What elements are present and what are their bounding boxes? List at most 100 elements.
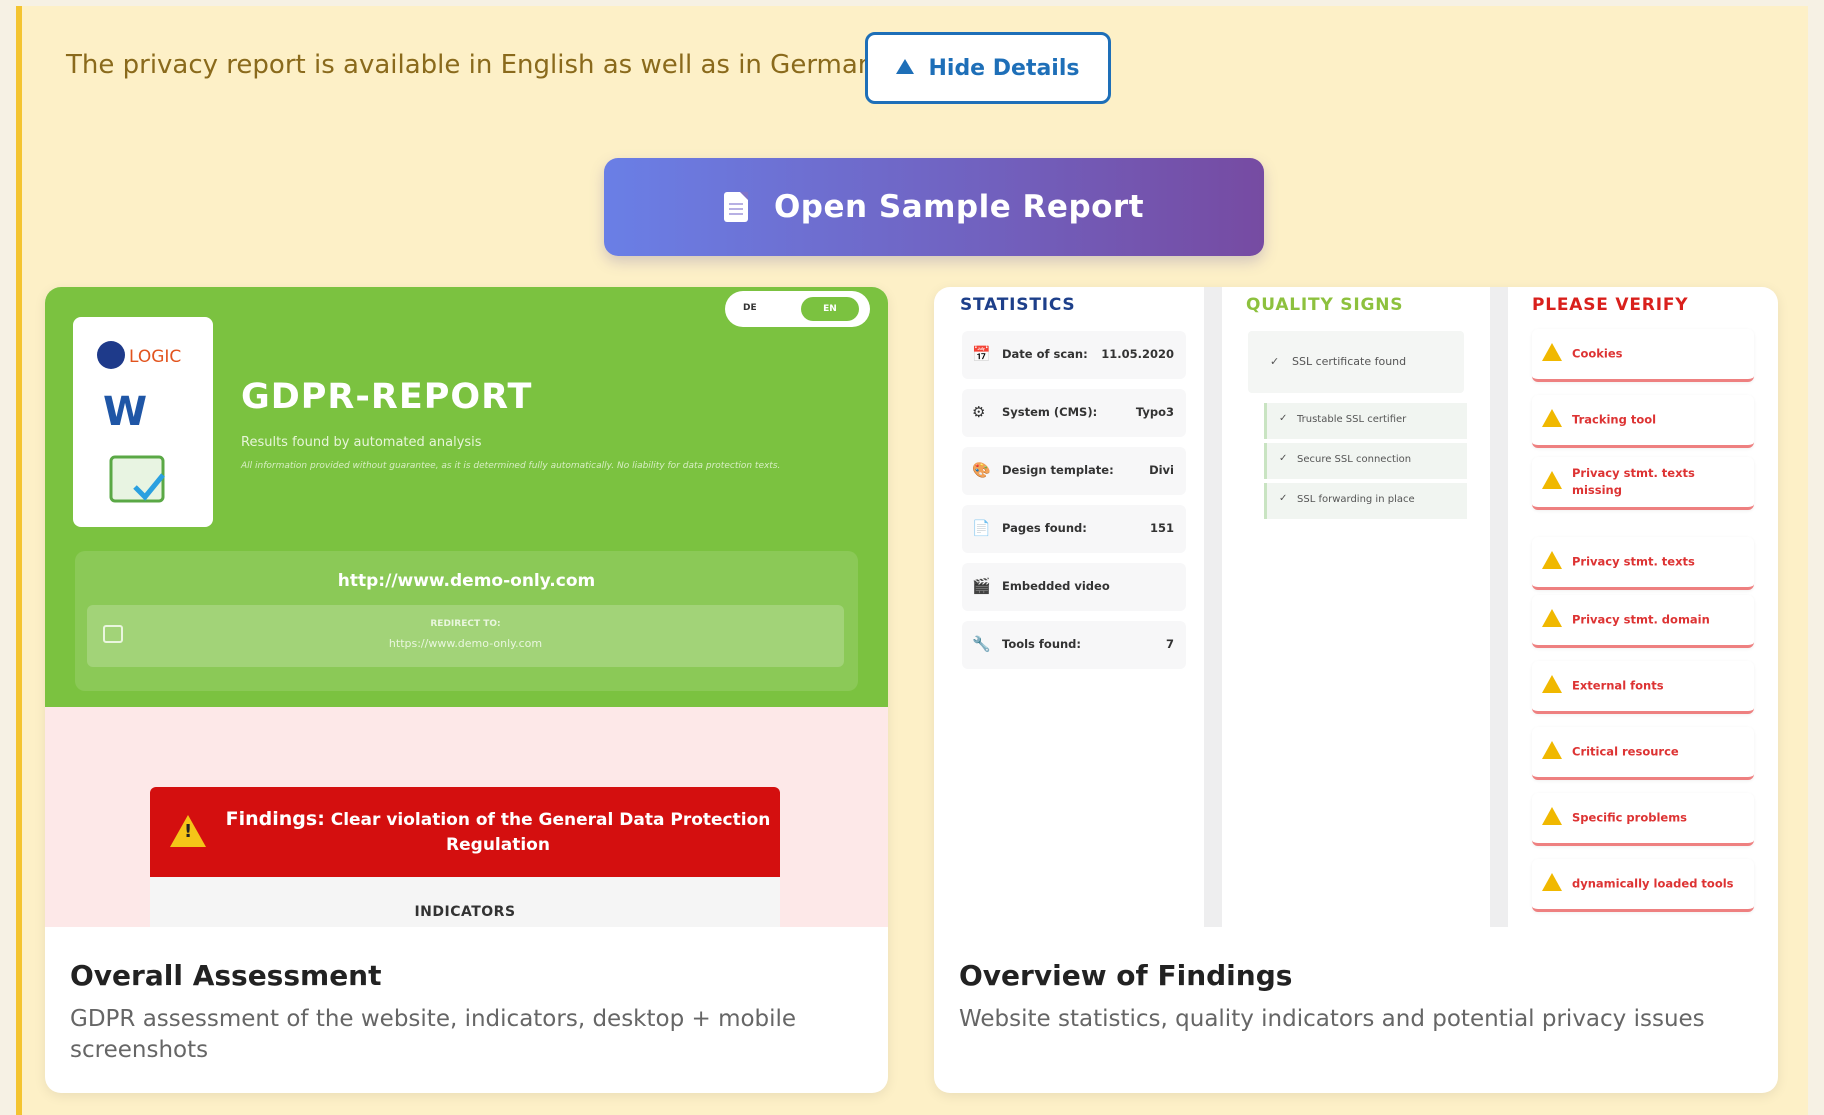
card-title: Overview of Findings <box>959 959 1293 992</box>
report-title: GDPR-REPORT <box>241 377 533 417</box>
hide-details-label: Hide Details <box>928 55 1080 81</box>
report-note: All information provided without guarant… <box>241 461 781 471</box>
verify-item-label: External fonts <box>1572 678 1664 693</box>
film-icon: 🎬 <box>972 577 991 595</box>
warning-icon <box>1542 807 1562 825</box>
quality-item-label: Secure SSL connection <box>1297 454 1412 465</box>
palette-icon: 🎨 <box>972 461 991 479</box>
stat-key: Pages found: <box>1002 521 1087 535</box>
stat-value: 151 <box>1149 521 1174 535</box>
stat-row: 🎨 Design template: Divi <box>962 447 1186 495</box>
redirect-url: https://www.demo-only.com <box>388 637 543 650</box>
verify-item-label: Specific problems <box>1572 810 1688 825</box>
verify-item: Critical resource <box>1532 727 1754 780</box>
verify-item: External fonts <box>1532 661 1754 714</box>
quality-item: ✓ SSL forwarding in place <box>1264 483 1467 519</box>
check-icon: ✓ <box>1279 493 1288 504</box>
language-switch[interactable]: DE EN <box>725 291 870 327</box>
verify-item-label: Cookies <box>1572 346 1623 361</box>
intro-text: The privacy report is available in Engli… <box>66 50 883 80</box>
column-divider <box>1204 287 1222 927</box>
statistics-heading: STATISTICS <box>960 295 1076 315</box>
warning-icon <box>1542 741 1562 759</box>
warning-icon <box>1542 609 1562 627</box>
stat-row: 🔧 Tools found: 7 <box>962 621 1186 669</box>
quality-item: ✓ Trustable SSL certifier <box>1264 403 1467 439</box>
verify-item: dynamically loaded tools <box>1532 859 1754 912</box>
stat-value: 11.05.2020 <box>1101 347 1174 361</box>
findings-text: Clear violation of the General Data Prot… <box>330 810 771 855</box>
overall-assessment-card[interactable]: LOGIC W DE EN GDPR-REPORT Results found … <box>45 287 888 1093</box>
svg-text:W: W <box>103 389 147 435</box>
warning-icon <box>1542 551 1562 569</box>
lang-de[interactable]: DE <box>743 303 757 313</box>
verify-item-label: Critical resource <box>1572 744 1679 759</box>
verify-item-label: Privacy stmt. texts missing <box>1572 466 1695 497</box>
findings-label: Findings: <box>225 808 325 830</box>
hide-details-button[interactable]: Hide Details <box>865 32 1111 104</box>
report-preview-header: LOGIC W DE EN GDPR-REPORT Results found … <box>45 287 888 707</box>
warning-icon <box>1542 471 1562 489</box>
overview-of-findings-card[interactable]: STATISTICS QUALITY SIGNS PLEASE VERIFY 📅… <box>934 287 1778 1093</box>
warning-icon <box>1542 873 1562 891</box>
logo-text: LOGIC <box>129 347 181 367</box>
quality-item-label: Trustable SSL certifier <box>1297 414 1407 425</box>
report-url: http://www.demo-only.com <box>337 571 596 591</box>
url-box: http://www.demo-only.com REDIRECT TO: ht… <box>75 551 858 691</box>
verify-item: Privacy stmt. texts <box>1532 537 1754 590</box>
company-logos: LOGIC W <box>73 317 213 527</box>
verify-item: Tracking tool <box>1532 395 1754 448</box>
report-subtitle: Results found by automated analysis <box>241 435 482 450</box>
indicators-heading: INDICATORS <box>150 877 780 927</box>
stat-key: Design template: <box>1002 463 1114 477</box>
stat-key: Embedded video <box>1002 579 1110 593</box>
open-sample-report-button[interactable]: Open Sample Report <box>604 158 1264 256</box>
verify-item: Cookies <box>1532 329 1754 382</box>
verify-item: Privacy stmt. domain <box>1532 595 1754 648</box>
verify-item-label: Privacy stmt. texts <box>1572 554 1695 569</box>
verify-heading: PLEASE VERIFY <box>1532 295 1689 315</box>
card-description: GDPR assessment of the website, indicato… <box>70 1006 797 1063</box>
column-divider <box>1490 287 1508 927</box>
stat-row: 📅 Date of scan: 11.05.2020 <box>962 331 1186 379</box>
quality-heading: QUALITY SIGNS <box>1246 295 1404 315</box>
warning-icon <box>1542 675 1562 693</box>
warning-icon <box>1542 343 1562 361</box>
redirect-box: REDIRECT TO: https://www.demo-only.com <box>87 605 844 667</box>
document-icon <box>723 192 748 222</box>
stat-key: Date of scan: <box>1002 347 1088 361</box>
stat-value: 7 <box>1165 637 1174 651</box>
stat-row: 🎬 Embedded video <box>962 563 1186 611</box>
check-icon: ✓ <box>1279 453 1288 464</box>
check-icon: ✓ <box>1279 413 1288 424</box>
verify-item-label: Tracking tool <box>1572 412 1657 427</box>
quality-main: ✓ SSL certificate found <box>1248 331 1464 393</box>
redirect-label: REDIRECT TO: <box>430 619 501 629</box>
stat-key: Tools found: <box>1002 637 1082 651</box>
wrench-icon: 🔧 <box>972 635 991 653</box>
verify-item: Specific problems <box>1532 793 1754 846</box>
quality-item: ✓ Secure SSL connection <box>1264 443 1467 479</box>
verify-item-label: Privacy stmt. domain <box>1572 612 1710 627</box>
lang-en[interactable]: EN <box>801 297 859 321</box>
gear-icon: ⚙ <box>972 403 986 421</box>
open-sample-label: Open Sample Report <box>773 189 1145 225</box>
quality-item-label: SSL forwarding in place <box>1297 494 1415 505</box>
warning-icon <box>170 815 206 847</box>
logo-icon: LOGIC W <box>97 341 181 503</box>
quality-main-label: SSL certificate found <box>1292 355 1407 368</box>
stat-key: System (CMS): <box>1002 405 1098 419</box>
check-icon: ✓ <box>1270 355 1280 368</box>
stat-row: 📄 Pages found: 151 <box>962 505 1186 553</box>
verify-item-label: dynamically loaded tools <box>1572 876 1734 891</box>
findings-banner: Findings: Clear violation of the General… <box>150 787 780 877</box>
verify-item: Privacy stmt. texts missing <box>1532 457 1754 510</box>
calendar-icon: 📅 <box>972 345 991 363</box>
warning-icon <box>1542 409 1562 427</box>
stat-value: Divi <box>1149 463 1174 477</box>
stat-value: Typo3 <box>1135 405 1174 419</box>
card-description: Website statistics, quality indicators a… <box>959 1006 1705 1032</box>
caret-up-icon <box>896 59 915 74</box>
page-icon: 📄 <box>972 519 991 537</box>
stat-row: ⚙ System (CMS): Typo3 <box>962 389 1186 437</box>
